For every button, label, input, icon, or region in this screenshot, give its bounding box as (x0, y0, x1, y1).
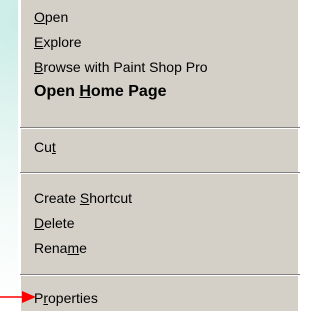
menu-separator (20, 172, 300, 174)
menu-item-cut-text-pre: Cu (34, 139, 52, 155)
menu-item-open[interactable]: Open (34, 6, 68, 28)
menu-item-open-home-page-text-pre: Open (34, 83, 80, 100)
menu-item-open-home-page-text-post: ome Page (90, 83, 167, 100)
menu-separator (20, 127, 300, 129)
menu-item-browse-text-post: rowse with Paint Shop Pro (43, 59, 208, 75)
menu-item-rename-text-pre: Rena (34, 240, 68, 256)
menu-item-explore-accelerator: E (34, 34, 44, 50)
menu-item-browse-with-paint-shop-pro[interactable]: Browse with Paint Shop Pro (34, 56, 208, 78)
context-menu: Open Explore Browse with Paint Shop Pro … (18, 0, 300, 311)
menu-item-create-shortcut[interactable]: Create Shortcut (34, 187, 132, 209)
menu-item-open-accelerator: O (34, 9, 45, 25)
menu-item-open-home-page-accelerator: H (79, 83, 91, 100)
menu-separator (20, 274, 300, 276)
menu-item-explore-text-post: xplore (43, 34, 82, 50)
menu-item-rename-text-post: e (79, 240, 87, 256)
menu-item-open-text-post: pen (44, 9, 69, 25)
menu-item-create-shortcut-text-post: hortcut (89, 190, 133, 206)
menu-item-delete[interactable]: Delete (34, 212, 74, 234)
menu-item-rename-accelerator: m (67, 240, 80, 256)
menu-item-cut-accelerator: t (51, 139, 56, 155)
menu-item-create-shortcut-text-pre: Create (34, 190, 80, 206)
menu-item-create-shortcut-accelerator: S (79, 190, 90, 206)
menu-item-delete-text-post: elete (44, 215, 75, 231)
red-arrow-icon (0, 291, 36, 303)
menu-item-delete-accelerator: D (34, 215, 45, 231)
menu-item-explore[interactable]: Explore (34, 31, 81, 53)
menu-item-cut[interactable]: Cut (34, 136, 56, 158)
menu-item-browse-accelerator: B (34, 59, 44, 75)
menu-item-rename[interactable]: Rename (34, 237, 87, 259)
menu-item-properties-text-post: operties (48, 290, 98, 306)
menu-item-properties[interactable]: Properties (34, 287, 98, 309)
menu-item-open-home-page[interactable]: Open Home Page (34, 81, 167, 103)
